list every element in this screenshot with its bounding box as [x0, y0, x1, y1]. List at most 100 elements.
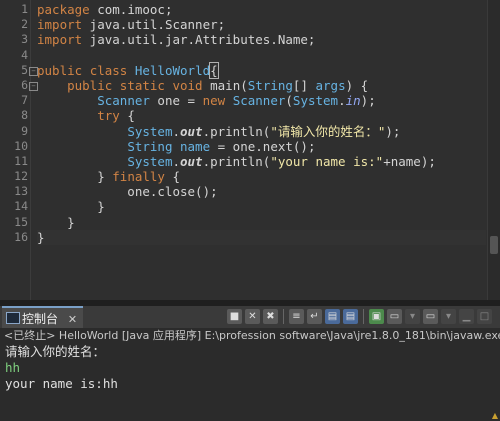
- code-line[interactable]: 8 try {: [21, 108, 486, 123]
- code-line[interactable]: 2 import java.util.Scanner;: [21, 17, 486, 32]
- open-console-icon[interactable]: ▭: [423, 309, 438, 324]
- code-token: );: [360, 93, 376, 109]
- code-token: .println(: [202, 153, 271, 169]
- show-stdout-icon[interactable]: ▤: [325, 309, 340, 324]
- code-token: }: [37, 229, 45, 245]
- line-number: 1: [21, 2, 28, 16]
- code-token: }: [37, 169, 113, 185]
- console-process-status: <已终止> HelloWorld [Java 应用程序] E:\professi…: [0, 328, 500, 344]
- code-token: .: [172, 123, 180, 139]
- code-token: Scanner: [232, 93, 286, 109]
- code-token: = one.next();: [210, 138, 316, 154]
- line-number: 6: [21, 77, 28, 92]
- chevron-down-icon[interactable]: ▾: [441, 309, 456, 324]
- code-token: one =: [149, 93, 203, 109]
- line-number: 16: [14, 229, 28, 244]
- heap-status-icon: ▲: [491, 411, 498, 420]
- code-token: }: [37, 214, 75, 230]
- line-number: 4: [21, 47, 28, 62]
- code-token: System: [127, 153, 173, 169]
- line-number: 10: [14, 138, 28, 153]
- code-token: "your name is:": [270, 153, 384, 169]
- code-token: +name);: [383, 153, 436, 169]
- console-output[interactable]: 请输入你的姓名： hh your name is:hh ▲: [0, 344, 500, 421]
- line-number: 5: [21, 62, 28, 77]
- minimize-icon[interactable]: ▁: [459, 309, 474, 324]
- matched-brace: {: [209, 61, 219, 79]
- line-number: 8: [21, 108, 28, 123]
- code-line[interactable]: 13 one.close();: [14, 184, 486, 199]
- overview-ruler[interactable]: [487, 0, 500, 300]
- code-line[interactable]: 6 public static void main(String[] args)…: [21, 77, 486, 93]
- console-output-line: hh: [5, 360, 21, 375]
- code-token: {: [164, 169, 181, 185]
- code-token: .println(: [202, 123, 271, 139]
- fold-toggle-icon[interactable]: −: [29, 66, 38, 76]
- pin-console-icon[interactable]: ▣: [369, 309, 384, 324]
- show-stderr-icon[interactable]: ▤: [343, 309, 358, 324]
- code-token: []: [292, 77, 316, 93]
- code-line[interactable]: 15 }: [14, 214, 486, 230]
- line-number: 11: [14, 153, 28, 168]
- close-icon[interactable]: ✕: [68, 313, 77, 326]
- word-wrap-icon[interactable]: ↵: [307, 309, 322, 324]
- fold-toggle-icon[interactable]: −: [29, 81, 38, 91]
- chevron-down-icon[interactable]: ▾: [405, 309, 420, 324]
- display-console-icon[interactable]: ▭: [387, 309, 402, 324]
- overview-marker: [490, 236, 498, 254]
- scroll-lock-icon[interactable]: ≡: [289, 309, 304, 324]
- code-token: String: [127, 138, 173, 154]
- code-line[interactable]: 9 System.out.println("请输入你的姓名：");: [21, 123, 486, 139]
- code-line[interactable]: 11 System.out.println("your name is:"+na…: [14, 153, 486, 169]
- code-token: name: [180, 138, 211, 154]
- line-number: 12: [14, 169, 28, 184]
- code-line[interactable]: 7 Scanner one = new Scanner(System.in);: [21, 93, 486, 109]
- code-token: out: [180, 123, 203, 139]
- line-number: 7: [21, 93, 28, 108]
- code-line[interactable]: 16}: [14, 229, 486, 245]
- code-token: .: [338, 93, 346, 109]
- code-token: java.util.jar.Attributes.Name;: [82, 32, 316, 48]
- code-line[interactable]: 4: [21, 48, 486, 63]
- line-number: 3: [21, 32, 28, 47]
- console-view-header: 控制台 ✕ ■ ✕ ✖ ≡ ↵ ▤ ▤ ▣ ▭ ▾ ▭ ▾ ▁ □: [0, 306, 500, 329]
- line-number: 14: [14, 199, 28, 214]
- line-number: 9: [21, 123, 28, 138]
- code-line[interactable]: 5 public class HelloWorld{−: [21, 61, 486, 79]
- code-token: class: [89, 62, 128, 78]
- code-token: (: [240, 77, 248, 93]
- code-line[interactable]: 12 } finally {: [14, 169, 486, 185]
- terminate-icon[interactable]: ■: [227, 309, 242, 324]
- code-token: void: [172, 77, 203, 93]
- console-output-line: 请输入你的姓名：: [5, 344, 106, 359]
- code-token: main: [210, 77, 241, 93]
- remove-all-icon[interactable]: ✖: [263, 309, 278, 324]
- tab-console[interactable]: 控制台 ✕: [2, 306, 84, 328]
- code-token: com.imooc;: [89, 2, 173, 17]
- code-token: new: [202, 93, 226, 109]
- line-number: 13: [14, 184, 28, 199]
- code-token: in: [345, 93, 361, 109]
- console-toolbar: ■ ✕ ✖ ≡ ↵ ▤ ▤ ▣ ▭ ▾ ▭ ▾ ▁ □: [227, 309, 492, 325]
- code-editor[interactable]: 1 package com.imooc; 2 import java.util.Sca…: [0, 0, 500, 300]
- code-line[interactable]: 1 package com.imooc;: [21, 2, 486, 17]
- code-token: (: [285, 93, 293, 109]
- code-line[interactable]: 10 String name = one.next();: [14, 138, 486, 154]
- code-line[interactable]: 14 }: [14, 199, 486, 215]
- code-token: public: [67, 77, 113, 93]
- maximize-icon[interactable]: □: [477, 309, 492, 324]
- code-token: }: [37, 199, 105, 215]
- console-tab-label: 控制台: [22, 312, 59, 326]
- code-token: package: [37, 2, 90, 17]
- code-line[interactable]: 3 import java.util.jar.Attributes.Name;: [21, 32, 486, 48]
- remove-launch-icon[interactable]: ✕: [245, 309, 260, 324]
- code-area[interactable]: 1 package com.imooc; 2 import java.util.Sca…: [14, 2, 486, 245]
- code-token: System: [292, 93, 339, 109]
- code-token: System: [127, 123, 173, 139]
